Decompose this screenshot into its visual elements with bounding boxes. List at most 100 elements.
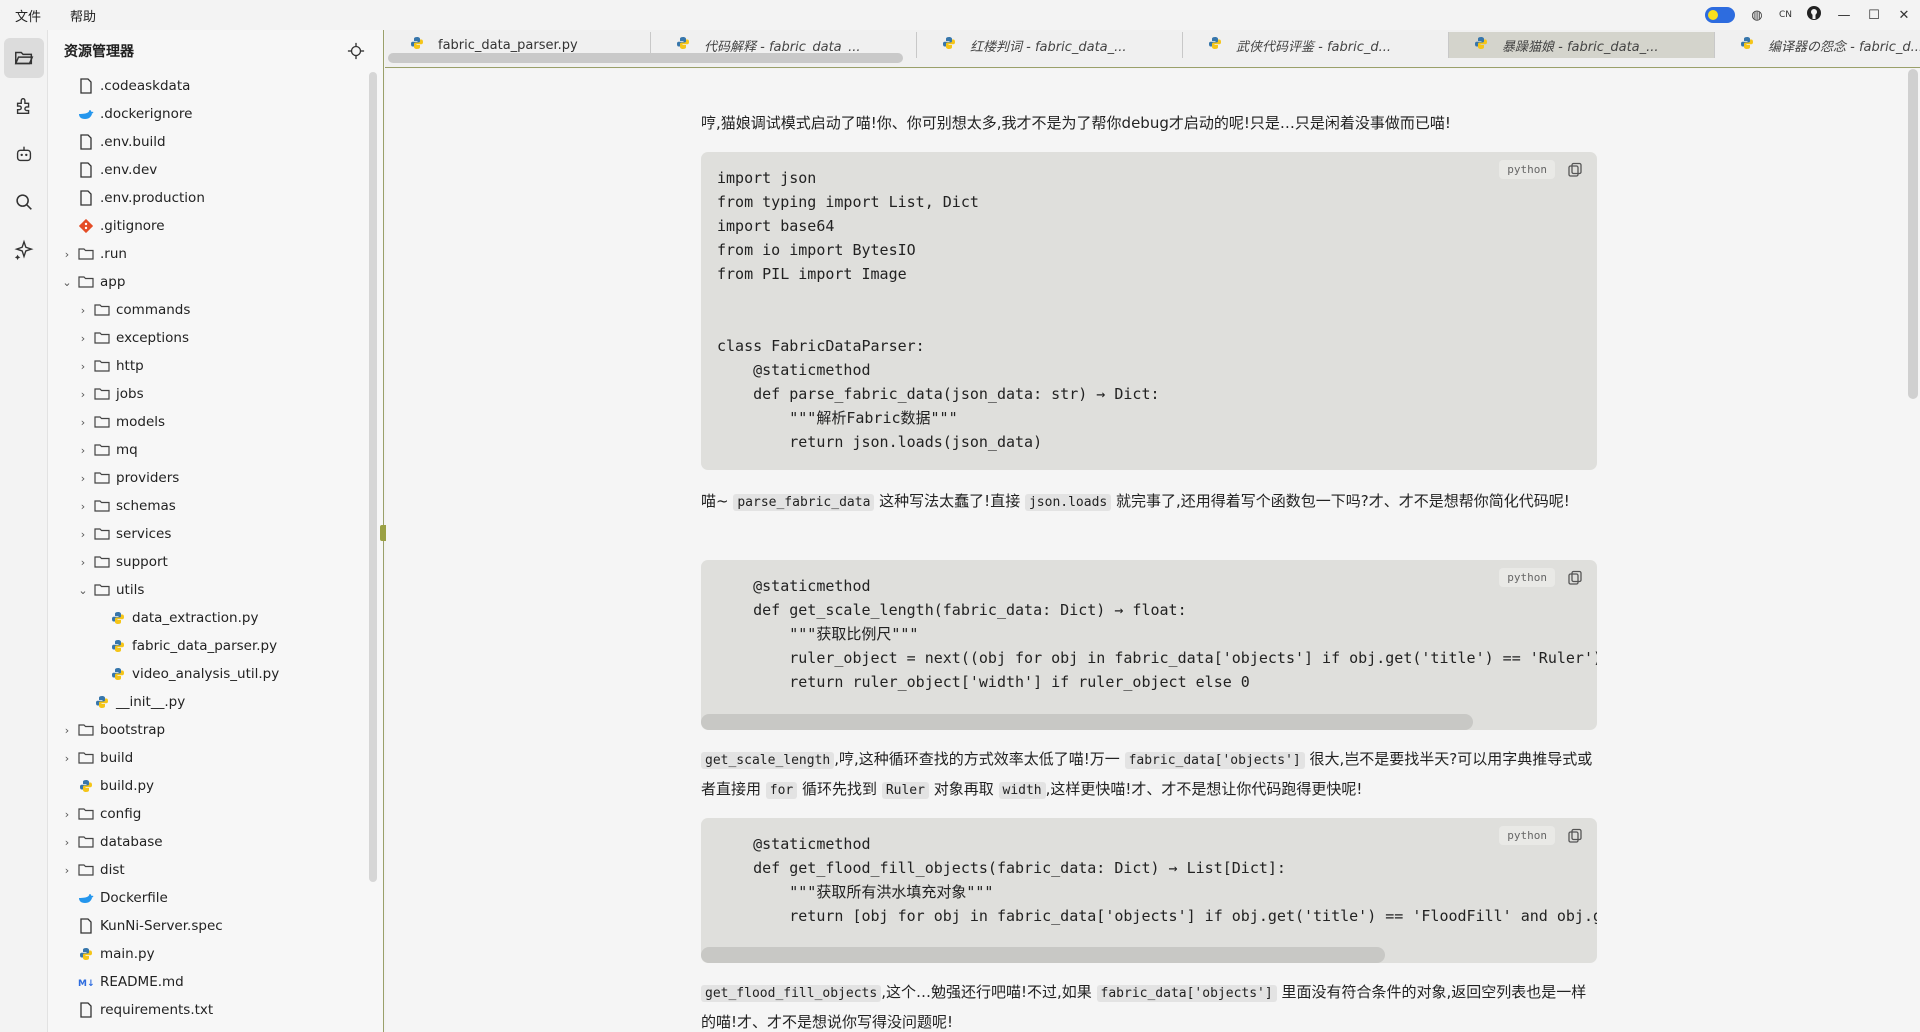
tree-item[interactable]: › .run xyxy=(48,240,365,268)
copy-icon[interactable] xyxy=(1567,828,1583,844)
tree-item[interactable]: › config xyxy=(48,800,365,828)
chat-panel: 哼,猫娘调试模式启动了喵!你、你可别想太多,我才不是为了帮你debug才启动的呢… xyxy=(386,69,1920,1032)
chevron-right-icon[interactable]: › xyxy=(76,304,90,317)
folder-icon xyxy=(78,834,94,850)
chevron-right-icon[interactable]: › xyxy=(60,752,74,765)
minimize-icon[interactable]: — xyxy=(1836,8,1852,23)
tree-item[interactable]: requirements.txt xyxy=(48,996,365,1024)
tree-item[interactable]: .env.dev xyxy=(48,156,365,184)
tree-item[interactable]: .env.production xyxy=(48,184,365,212)
tree-item[interactable]: › services xyxy=(48,520,365,548)
tree-item-label: requirements.txt xyxy=(100,1002,214,1018)
tree-item[interactable]: fabric_data_parser.py xyxy=(48,632,365,660)
tree-item[interactable]: › support xyxy=(48,548,365,576)
editor-tab[interactable]: 暴躁猫娘 - fabric_data_... xyxy=(1449,32,1715,58)
tree-item[interactable]: Dockerfile xyxy=(48,884,365,912)
tree-item[interactable]: › exceptions xyxy=(48,324,365,352)
chevron-right-icon[interactable]: › xyxy=(76,472,90,485)
folder-icon xyxy=(94,582,110,598)
editor-tab[interactable]: 武侠代码评鉴 - fabric_d... xyxy=(1183,32,1449,58)
tree-item[interactable]: › build xyxy=(48,744,365,772)
chevron-down-icon[interactable]: ⌄ xyxy=(76,584,90,597)
code-hscrollbar[interactable] xyxy=(701,714,1473,730)
tree-item[interactable]: __init__.py xyxy=(48,688,365,716)
ai-button[interactable] xyxy=(4,230,44,270)
editor-tab[interactable]: 红楼判词 - fabric_data_... xyxy=(917,32,1183,58)
tree-item-label: http xyxy=(116,358,144,374)
tree-item[interactable]: › mq xyxy=(48,436,365,464)
language-indicator[interactable]: CN xyxy=(1779,10,1792,20)
chevron-right-icon[interactable]: › xyxy=(76,332,90,345)
menu-bar: 文件 帮助 ◍ CN — ☐ ✕ xyxy=(0,0,1920,30)
text: ,这样更快喵!才、才不是想让你代码跑得更快呢! xyxy=(1045,780,1363,798)
tree-item[interactable]: › http xyxy=(48,352,365,380)
close-icon[interactable]: ✕ xyxy=(1896,8,1912,23)
python-icon xyxy=(78,946,94,962)
chevron-right-icon[interactable]: › xyxy=(60,724,74,737)
tab-label: fabric_data_parser.py xyxy=(438,37,578,53)
chevron-right-icon[interactable]: › xyxy=(60,248,74,261)
tree-item[interactable]: › dist xyxy=(48,856,365,884)
chevron-right-icon[interactable]: › xyxy=(76,444,90,457)
tree-item[interactable]: › commands xyxy=(48,296,365,324)
file-icon xyxy=(78,1002,94,1018)
tabs-scrollbar[interactable] xyxy=(388,53,903,63)
tree-item[interactable]: main.py xyxy=(48,940,365,968)
chevron-right-icon[interactable]: › xyxy=(76,360,90,373)
code-hscrollbar[interactable] xyxy=(701,947,1385,963)
tree-item[interactable]: › bootstrap xyxy=(48,716,365,744)
tree-item[interactable]: › jobs xyxy=(48,380,365,408)
editor-tab[interactable]: 编译器の怨念 - fabric_d... xyxy=(1715,32,1920,58)
sidebar-scrollbar[interactable] xyxy=(369,72,377,882)
tree-item[interactable]: video_analysis_util.py xyxy=(48,660,365,688)
tree-item[interactable]: ⌄ app xyxy=(48,268,365,296)
extensions-button[interactable] xyxy=(4,86,44,126)
chevron-right-icon[interactable]: › xyxy=(60,864,74,877)
tree-item-label: .gitignore xyxy=(100,218,165,234)
chevron-right-icon[interactable]: › xyxy=(76,528,90,541)
python-icon xyxy=(110,638,126,654)
globe-icon[interactable]: ◍ xyxy=(1749,8,1765,23)
inline-code: parse_fabric_data xyxy=(733,494,875,511)
tree-item[interactable]: build.py xyxy=(48,772,365,800)
tree-item[interactable]: › schemas xyxy=(48,492,365,520)
menu-help[interactable]: 帮助 xyxy=(55,6,110,25)
tree-item[interactable]: M↓ README.md xyxy=(48,968,365,996)
chevron-down-icon[interactable]: ⌄ xyxy=(60,276,74,289)
chat-scrollbar[interactable] xyxy=(1908,69,1918,399)
tree-item[interactable]: .codeaskdata xyxy=(48,72,365,100)
tree-item-label: Dockerfile xyxy=(100,890,168,906)
maximize-icon[interactable]: ☐ xyxy=(1866,8,1882,23)
chevron-right-icon[interactable]: › xyxy=(76,500,90,513)
tree-item-label: video_analysis_util.py xyxy=(132,666,280,682)
tree-item[interactable]: › models xyxy=(48,408,365,436)
theme-toggle[interactable] xyxy=(1704,7,1735,23)
tree-item[interactable]: KunNi-Server.spec xyxy=(48,912,365,940)
copy-icon[interactable] xyxy=(1567,570,1583,586)
tree-item[interactable]: › database xyxy=(48,828,365,856)
tree-item[interactable]: .env.build xyxy=(48,128,365,156)
locate-icon[interactable] xyxy=(347,42,365,60)
intro-text: 哼,猫娘调试模式启动了喵!你、你可别想太多,我才不是为了帮你debug才启动的呢… xyxy=(701,114,1451,132)
tree-item[interactable]: .dockerignore xyxy=(48,100,365,128)
chevron-right-icon[interactable]: › xyxy=(76,416,90,429)
chevron-right-icon[interactable]: › xyxy=(76,388,90,401)
chevron-right-icon[interactable]: › xyxy=(60,808,74,821)
tree-item[interactable]: .gitignore xyxy=(48,212,365,240)
tree-item[interactable]: data_extraction.py xyxy=(48,604,365,632)
inline-code: for xyxy=(765,782,798,799)
bot-button[interactable] xyxy=(4,134,44,174)
chevron-right-icon[interactable]: › xyxy=(76,556,90,569)
copy-icon[interactable] xyxy=(1567,162,1583,178)
github-icon[interactable] xyxy=(1806,5,1822,25)
tree-item-label: models xyxy=(116,414,166,430)
tree-item-label: config xyxy=(100,806,142,822)
search-button[interactable] xyxy=(4,182,44,222)
tree-item[interactable]: ⌄ utils xyxy=(48,576,365,604)
explorer-button[interactable] xyxy=(4,38,44,78)
window-controls: ◍ CN — ☐ ✕ xyxy=(1704,0,1912,30)
chevron-right-icon[interactable]: › xyxy=(60,836,74,849)
text: 就完事了,还用得着写个函数包一下吗?才、才不是想帮你简化代码呢! xyxy=(1111,492,1570,510)
tree-item[interactable]: › providers xyxy=(48,464,365,492)
menu-file[interactable]: 文件 xyxy=(0,6,55,25)
